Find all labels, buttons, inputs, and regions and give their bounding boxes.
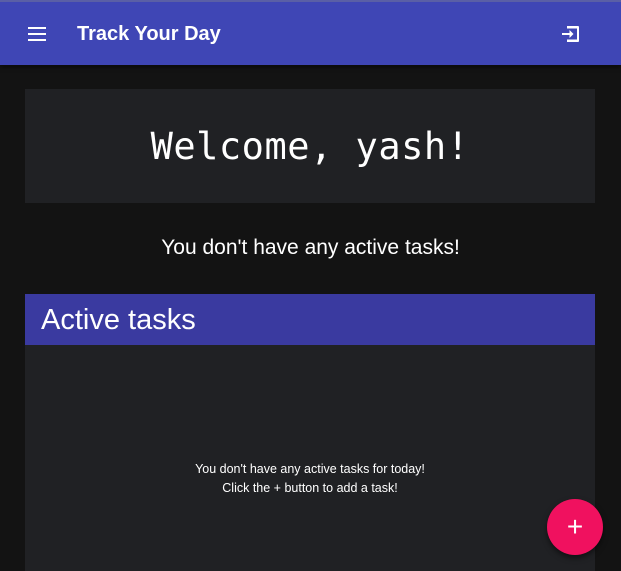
empty-state-message: You don't have any active tasks for toda…	[25, 460, 595, 498]
page: Track Your Day Welcome, yash! You don't …	[0, 0, 621, 571]
menu-button[interactable]	[22, 19, 52, 49]
app-bar: Track Your Day	[0, 0, 621, 65]
logout-icon	[562, 26, 579, 42]
empty-state-line-2: Click the + button to add a task!	[222, 481, 398, 495]
plus-icon: +	[566, 511, 584, 542]
welcome-card: Welcome, yash!	[25, 89, 595, 203]
app-title: Track Your Day	[77, 23, 221, 45]
active-tasks-header: Active tasks	[25, 294, 595, 345]
no-active-tasks-message: You don't have any active tasks!	[161, 236, 460, 259]
active-tasks-panel: Active tasks You don't have any active t…	[25, 294, 595, 571]
welcome-message: Welcome, yash!	[150, 124, 470, 168]
logout-button[interactable]	[556, 19, 586, 49]
empty-state-line-1: You don't have any active tasks for toda…	[195, 462, 425, 476]
active-tasks-title: Active tasks	[41, 304, 196, 336]
menu-icon	[28, 27, 46, 41]
add-task-button[interactable]: +	[547, 499, 603, 555]
